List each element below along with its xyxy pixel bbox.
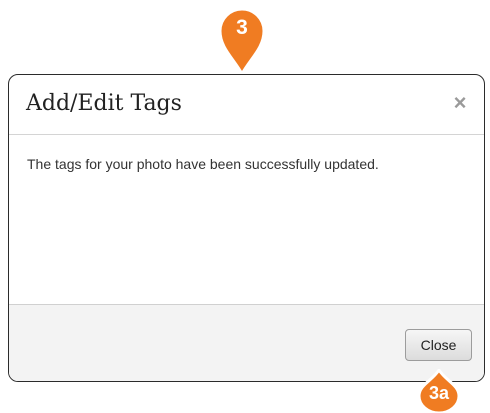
dialog-header: Add/Edit Tags × [9,75,484,135]
dialog-title: Add/Edit Tags [26,91,182,116]
add-edit-tags-dialog: Add/Edit Tags × The tags for your photo … [8,74,485,382]
success-message: The tags for your photo have been succes… [27,156,379,172]
dialog-footer: Close [9,304,484,381]
close-button[interactable]: Close [405,329,472,361]
callout-marker-3a: 3a [416,369,462,413]
callout-label: 3 [236,16,248,39]
screenshot-stage: 3 Add/Edit Tags × The tags for your phot… [0,0,490,413]
callout-label: 3a [428,383,450,403]
callout-marker-3: 3 [217,4,267,76]
close-icon[interactable]: × [450,92,470,114]
dialog-body: The tags for your photo have been succes… [9,135,484,304]
location-pin-icon [218,7,266,76]
